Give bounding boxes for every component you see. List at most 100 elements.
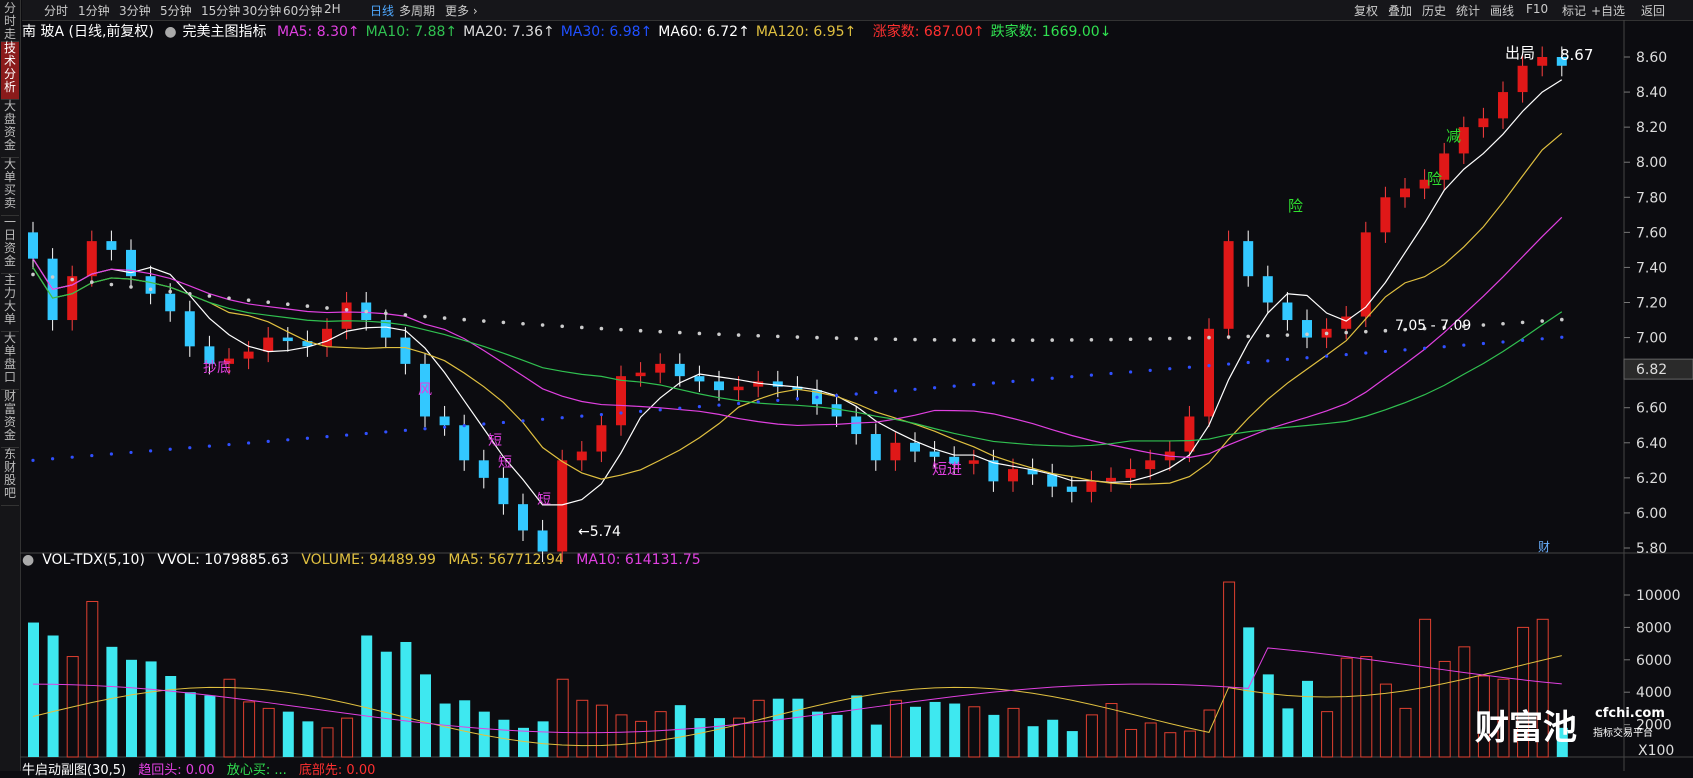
volume-bar [1340, 657, 1353, 758]
trend-dot [1285, 357, 1289, 361]
volume-bar [988, 714, 1000, 757]
candle-body [28, 232, 38, 259]
candle-body [1223, 241, 1234, 329]
trend-dot [1031, 378, 1035, 382]
trend-dot [1442, 345, 1446, 349]
volume-bar [1027, 726, 1039, 757]
candle-body [596, 425, 607, 452]
candle-body [1125, 469, 1136, 478]
volume-bar [1125, 728, 1138, 758]
trend-dot [423, 314, 427, 319]
trend-dot [599, 326, 604, 331]
trend-dot [1207, 335, 1211, 340]
trend-dot [580, 325, 584, 330]
price-tick-label: 8.00 [1636, 155, 1667, 171]
trend-dot [442, 316, 447, 320]
volume-bar [1379, 683, 1392, 758]
candle-body [1145, 460, 1156, 470]
trend-dot [129, 450, 133, 455]
volume-bar [537, 721, 549, 757]
trend-dot [1070, 375, 1074, 379]
candle-body [831, 404, 842, 417]
trend-dot [188, 446, 192, 450]
candle-body [322, 328, 332, 347]
trend-dot [932, 337, 937, 342]
candle-body [1066, 486, 1077, 492]
trend-dot [1501, 340, 1505, 344]
trend-dot [678, 406, 682, 410]
candle-body [890, 442, 901, 461]
trend-dot [423, 427, 427, 431]
volume-bar [47, 635, 59, 757]
candle-body [557, 460, 568, 552]
volume-bar [949, 703, 961, 757]
trend-dot [737, 401, 741, 406]
trend-dot [795, 335, 800, 339]
kline-chart[interactable]: 8.608.408.208.007.807.607.407.207.006.80… [0, 0, 1693, 771]
candle-body [910, 442, 920, 452]
volume-bar [1085, 714, 1098, 758]
volume-bar [341, 717, 354, 758]
trend-dot [1148, 337, 1152, 341]
volume-bar [1144, 722, 1157, 758]
trend-dot [1168, 367, 1172, 371]
trend-dot [462, 317, 467, 322]
signal-label: 短 [498, 455, 512, 471]
candle-body [674, 363, 685, 377]
volume-bar [518, 727, 529, 757]
trend-dot [933, 386, 937, 390]
trend-dot [1246, 334, 1250, 339]
vol-tick-label: 8000 [1636, 620, 1672, 636]
trend-dot [1109, 337, 1113, 342]
trend-dot [521, 321, 525, 326]
candle-body [714, 381, 724, 391]
trend-dot [168, 289, 172, 294]
candle-body [282, 337, 293, 342]
trend-dot [560, 416, 564, 420]
volume-bar [321, 727, 334, 758]
trend-dot [109, 282, 114, 287]
trend-dot [501, 420, 505, 425]
volume-bar [889, 699, 902, 758]
candle-body [733, 386, 744, 391]
volume-bar [654, 711, 667, 758]
candle-body [635, 372, 646, 377]
trend-dot [227, 296, 231, 300]
signal-label: 短 [488, 433, 502, 449]
volume-bar [145, 661, 157, 757]
candle-body [1380, 197, 1391, 233]
volume-bar [126, 659, 137, 757]
trend-dot [1501, 321, 1505, 326]
trend-dot [70, 455, 74, 459]
trend-dot [599, 412, 604, 417]
trend-dot [1148, 368, 1152, 372]
trend-dot [638, 328, 643, 333]
trend-dot [1227, 362, 1231, 366]
volume-bar [831, 714, 843, 757]
trend-dot [1383, 349, 1387, 354]
trend-dot [776, 334, 780, 339]
volume-bar [1302, 680, 1313, 757]
trend-dot [286, 302, 290, 306]
candle-body [1262, 276, 1273, 303]
volume-bar [282, 711, 294, 757]
candle-body [537, 530, 548, 552]
trend-dot [1481, 323, 1486, 327]
trend-dot [1403, 348, 1407, 352]
volume-bar [714, 718, 725, 757]
trend-dot [1226, 335, 1231, 339]
volume-bar [1203, 709, 1216, 758]
volume-bar [772, 698, 784, 757]
reduce-label: 减 [1446, 127, 1461, 145]
volume-bar [635, 720, 648, 758]
trend-dot [952, 384, 956, 388]
trend-dot [1168, 336, 1172, 341]
volume-bar [262, 707, 275, 758]
trend-dot [90, 453, 94, 458]
volume-bar [361, 635, 373, 757]
volume-bar [674, 705, 686, 757]
candle-body [968, 460, 979, 464]
price-tick-label: 8.20 [1636, 120, 1667, 136]
trend-dot [854, 336, 858, 341]
ma5-line [32, 79, 1563, 506]
